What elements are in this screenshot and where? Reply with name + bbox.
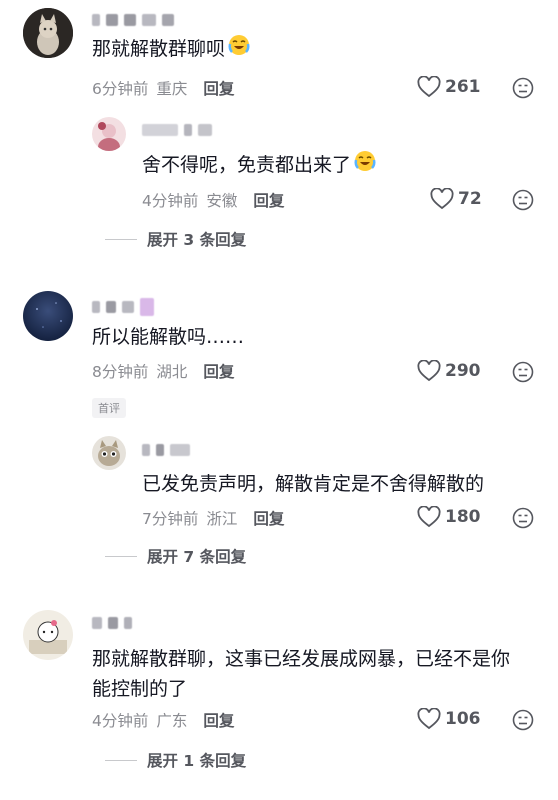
heart-outline-icon	[430, 188, 454, 210]
expand-label: 展开 1 条回复	[147, 752, 247, 770]
username-blurred[interactable]	[92, 298, 154, 316]
comment-text-line2: 能控制的了	[92, 678, 188, 700]
dislike-face-icon	[512, 507, 534, 529]
dislike-button[interactable]	[512, 507, 534, 533]
heart-outline-icon	[417, 506, 441, 528]
expand-label: 展开 7 条回复	[147, 548, 247, 566]
like-count: 72	[458, 189, 482, 209]
dislike-button[interactable]	[512, 709, 534, 735]
comment-meta: 8分钟前 湖北 回复	[92, 360, 234, 382]
dislike-face-icon	[512, 361, 534, 383]
expand-label: 展开 3 条回复	[147, 231, 247, 249]
reply-time: 7分钟前	[142, 510, 199, 528]
like-count: 261	[445, 77, 481, 97]
first-comment-badge: 首评	[92, 398, 126, 418]
reply-text: 舍不得呢，免责都出来了	[142, 149, 377, 182]
like-count: 290	[445, 361, 481, 381]
like-button[interactable]: 72	[430, 188, 482, 210]
like-button[interactable]: 261	[417, 76, 481, 98]
reply-location: 安徽	[206, 192, 238, 210]
reply-button[interactable]: 回复	[203, 360, 234, 382]
like-button[interactable]: 180	[417, 506, 481, 528]
comment-time: 6分钟前	[92, 80, 149, 98]
comment-time: 8分钟前	[92, 363, 149, 381]
comment-text: 那就解散群聊呗	[92, 33, 251, 66]
comment-text: 所以能解散吗……	[92, 326, 245, 348]
expand-replies[interactable]: 展开 3 条回复	[105, 228, 246, 250]
reply-button[interactable]: 回复	[203, 709, 234, 731]
like-button[interactable]: 106	[417, 708, 481, 730]
dislike-face-icon	[512, 709, 534, 731]
reply-text: 已发免责声明，解散肯定是不舍得解散的	[142, 473, 485, 495]
comment-location: 湖北	[156, 363, 188, 381]
crying-laughing-emoji	[353, 149, 377, 182]
dislike-button[interactable]	[512, 189, 534, 215]
reply-button[interactable]: 回复	[203, 77, 234, 99]
heart-outline-icon	[417, 708, 441, 730]
reply-meta: 7分钟前 浙江 回复	[142, 507, 284, 529]
reply-meta: 4分钟前 安徽 回复	[142, 189, 284, 211]
dislike-button[interactable]	[512, 361, 534, 387]
avatar[interactable]	[92, 436, 126, 470]
avatar[interactable]	[23, 291, 73, 341]
username-blurred[interactable]	[142, 444, 190, 456]
avatar[interactable]	[23, 610, 73, 660]
comment-text-line1: 那就解散群聊，这事已经发展成网暴，已经不是你	[92, 648, 511, 670]
avatar[interactable]	[23, 8, 73, 58]
dislike-face-icon	[512, 189, 534, 211]
like-count: 180	[445, 507, 481, 527]
comment-location: 广东	[156, 712, 188, 730]
reply-button[interactable]: 回复	[253, 189, 284, 211]
comment-location: 重庆	[156, 80, 188, 98]
divider	[105, 238, 137, 240]
username-blurred[interactable]	[92, 617, 132, 629]
comment-meta: 6分钟前 重庆 回复	[92, 77, 234, 99]
divider	[105, 759, 137, 761]
username-blurred[interactable]	[92, 14, 174, 26]
dislike-face-icon	[512, 77, 534, 99]
heart-outline-icon	[417, 360, 441, 382]
comment-meta: 4分钟前 广东 回复	[92, 709, 234, 731]
expand-replies[interactable]: 展开 1 条回复	[105, 749, 246, 771]
reply-location: 浙江	[206, 510, 238, 528]
username-blurred[interactable]	[142, 124, 212, 136]
reply-time: 4分钟前	[142, 192, 199, 210]
comment-time: 4分钟前	[92, 712, 149, 730]
expand-replies[interactable]: 展开 7 条回复	[105, 545, 246, 567]
reply-button[interactable]: 回复	[253, 507, 284, 529]
avatar[interactable]	[92, 117, 126, 151]
like-count: 106	[445, 709, 481, 729]
crying-laughing-emoji	[227, 33, 251, 66]
divider	[105, 555, 137, 557]
heart-outline-icon	[417, 76, 441, 98]
dislike-button[interactable]	[512, 77, 534, 103]
like-button[interactable]: 290	[417, 360, 481, 382]
